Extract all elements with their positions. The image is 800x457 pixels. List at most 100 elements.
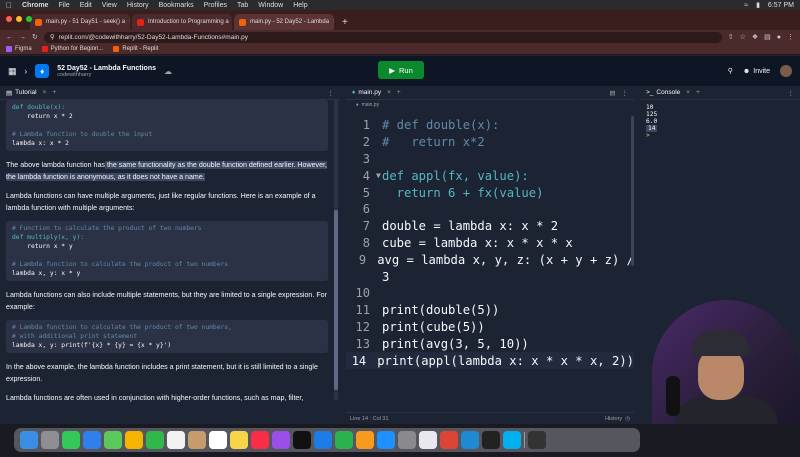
tab-main-py[interactable]: ♦ main.py — [352, 89, 381, 96]
code-line[interactable]: 3 — [346, 151, 634, 168]
sidebar-toggle-icon[interactable]: › — [25, 67, 28, 76]
skype-icon[interactable] — [503, 431, 521, 449]
bookmark-python[interactable]: Python for Beginn... — [41, 46, 103, 52]
extensions-icon[interactable]: ❖ — [752, 33, 758, 41]
reload-icon[interactable]: ↻ — [32, 33, 38, 41]
avatar[interactable] — [780, 65, 792, 77]
menu-help[interactable]: Help — [293, 2, 307, 9]
code-line[interactable]: 11 print(double(5)) — [346, 302, 634, 319]
code-line[interactable]: 2 # return x*2 — [346, 134, 634, 151]
share-icon[interactable]: ⇧ — [728, 33, 734, 41]
close-tab-icon[interactable]: × — [387, 89, 391, 96]
search-icon[interactable]: ⚲ — [728, 67, 733, 75]
code-line-wrap[interactable]: 3 — [346, 268, 634, 285]
code-line[interactable]: 7 double = lambda x: x * 2 — [346, 218, 634, 235]
menu-history[interactable]: History — [127, 2, 149, 9]
add-tab-icon[interactable]: + — [397, 89, 401, 96]
browser-tab-day52[interactable]: main.py - 52 Day52 - Lambda × — [234, 14, 334, 30]
add-tab-icon[interactable]: + — [696, 89, 700, 96]
profile-icon[interactable]: ● — [777, 34, 781, 41]
history-button[interactable]: History ◷ — [605, 416, 630, 422]
terminal-app-icon[interactable] — [482, 431, 500, 449]
appletv-icon[interactable] — [293, 431, 311, 449]
close-window-icon[interactable] — [6, 16, 12, 22]
tab-console[interactable]: >_ Console — [646, 89, 680, 96]
clock[interactable]: 6:57 PM — [768, 2, 794, 9]
browser-tab-day51[interactable]: main.py - 51 Day51 - seek() a × — [30, 14, 130, 30]
menu-grid-icon[interactable]: ▦ — [8, 66, 17, 77]
contacts-icon[interactable] — [188, 431, 206, 449]
new-tab-button[interactable]: + — [336, 17, 354, 30]
menu-profiles[interactable]: Profiles — [204, 2, 227, 9]
battery-icon[interactable]: ▮ — [756, 1, 760, 9]
chrome-icon[interactable] — [440, 431, 458, 449]
menu-chrome[interactable]: Chrome — [22, 2, 48, 9]
menu-file[interactable]: File — [58, 2, 69, 9]
vscode-icon[interactable] — [461, 431, 479, 449]
system-settings-icon[interactable] — [398, 431, 416, 449]
keynote-icon[interactable] — [314, 431, 332, 449]
minimize-window-icon[interactable] — [16, 16, 22, 22]
close-tab-icon[interactable]: × — [43, 89, 47, 96]
messages-icon[interactable] — [62, 431, 80, 449]
reminders-icon[interactable] — [209, 431, 227, 449]
pages-icon[interactable] — [356, 431, 374, 449]
more-menu-icon[interactable]: ⋮ — [787, 33, 794, 41]
menu-window[interactable]: Window — [258, 2, 283, 9]
scrollbar-thumb[interactable] — [334, 210, 338, 390]
calendar-icon[interactable] — [167, 431, 185, 449]
photos-icon[interactable] — [125, 431, 143, 449]
console-output[interactable]: 10 125 6.0 14 > — [640, 100, 800, 143]
close-tab-icon[interactable]: × — [686, 89, 690, 96]
podcasts-icon[interactable] — [272, 431, 290, 449]
code-line[interactable]: 12 print(cube(5)) — [346, 319, 634, 336]
breadcrumb[interactable]: ♦ main.py — [346, 100, 634, 109]
code-editor[interactable]: 1 # def double(x): 2 # return x*2 3 4 ▼ def … — [346, 117, 634, 407]
github-desktop-icon[interactable] — [528, 431, 546, 449]
code-line-current[interactable]: 14 print(appl(lambda x: x * x * x, 2)) — [346, 352, 634, 369]
tutorial-scrollbar[interactable] — [334, 100, 338, 400]
editor-scrollbar[interactable] — [631, 116, 634, 266]
sidebar-icon[interactable]: ▤ — [764, 33, 771, 41]
project-info[interactable]: 52 Day52 - Lambda Functions codewithharr… — [57, 65, 156, 78]
invite-button[interactable]: ☻ Invite — [743, 68, 770, 75]
code-line[interactable]: 6 — [346, 201, 634, 218]
pane-menu-icon[interactable]: ⋮ — [622, 89, 629, 97]
code-line[interactable]: 5 return 6 + fx(value) — [346, 184, 634, 201]
close-tab-icon[interactable]: × — [333, 19, 334, 25]
forward-icon[interactable]: → — [19, 34, 26, 41]
facetime-icon[interactable] — [146, 431, 164, 449]
console-prompt[interactable]: > — [646, 132, 794, 139]
menu-bookmarks[interactable]: Bookmarks — [159, 2, 194, 9]
menu-tab[interactable]: Tab — [237, 2, 248, 9]
browser-tab-intro[interactable]: Introduction to Programming a × — [132, 14, 232, 30]
finder-icon[interactable] — [20, 431, 38, 449]
code-line[interactable]: 8 cube = lambda x: x * x * x — [346, 235, 634, 252]
zoom-window-icon[interactable] — [26, 16, 32, 22]
pane-menu-icon[interactable]: ⋮ — [788, 89, 795, 97]
star-icon[interactable]: ☆ — [740, 33, 746, 41]
code-line[interactable]: 1 # def double(x): — [346, 117, 634, 134]
launchpad-icon[interactable] — [41, 431, 59, 449]
mail-icon[interactable] — [83, 431, 101, 449]
apple-icon[interactable]:  — [6, 1, 12, 10]
pane-menu-icon[interactable]: ⋮ — [328, 89, 335, 97]
code-line[interactable]: 4 ▼ def appl(fx, value): — [346, 167, 634, 184]
code-line[interactable]: 13 print(avg(3, 5, 10)) — [346, 335, 634, 352]
appstore-icon[interactable] — [377, 431, 395, 449]
back-icon[interactable]: ← — [6, 34, 13, 41]
bookmark-figma[interactable]: Figma — [6, 46, 32, 52]
tab-tutorial[interactable]: ▤ Tutorial — [6, 89, 37, 97]
add-tab-icon[interactable]: + — [52, 89, 56, 96]
music-icon[interactable] — [251, 431, 269, 449]
code-line[interactable]: 10 — [346, 285, 634, 302]
url-field[interactable]: ⚲ replit.com/@codewithharry/52-Day52-Lam… — [43, 31, 722, 43]
safari-icon[interactable] — [419, 431, 437, 449]
run-button[interactable]: ▶ Run — [378, 61, 424, 79]
maps-icon[interactable] — [104, 431, 122, 449]
format-icon[interactable]: ▤ — [609, 89, 615, 97]
wifi-icon[interactable]: ≈ — [744, 2, 748, 9]
menu-edit[interactable]: Edit — [80, 2, 92, 9]
code-line[interactable]: 9 avg = lambda x, y, z: (x + y + z) / — [346, 251, 634, 268]
numbers-icon[interactable] — [335, 431, 353, 449]
